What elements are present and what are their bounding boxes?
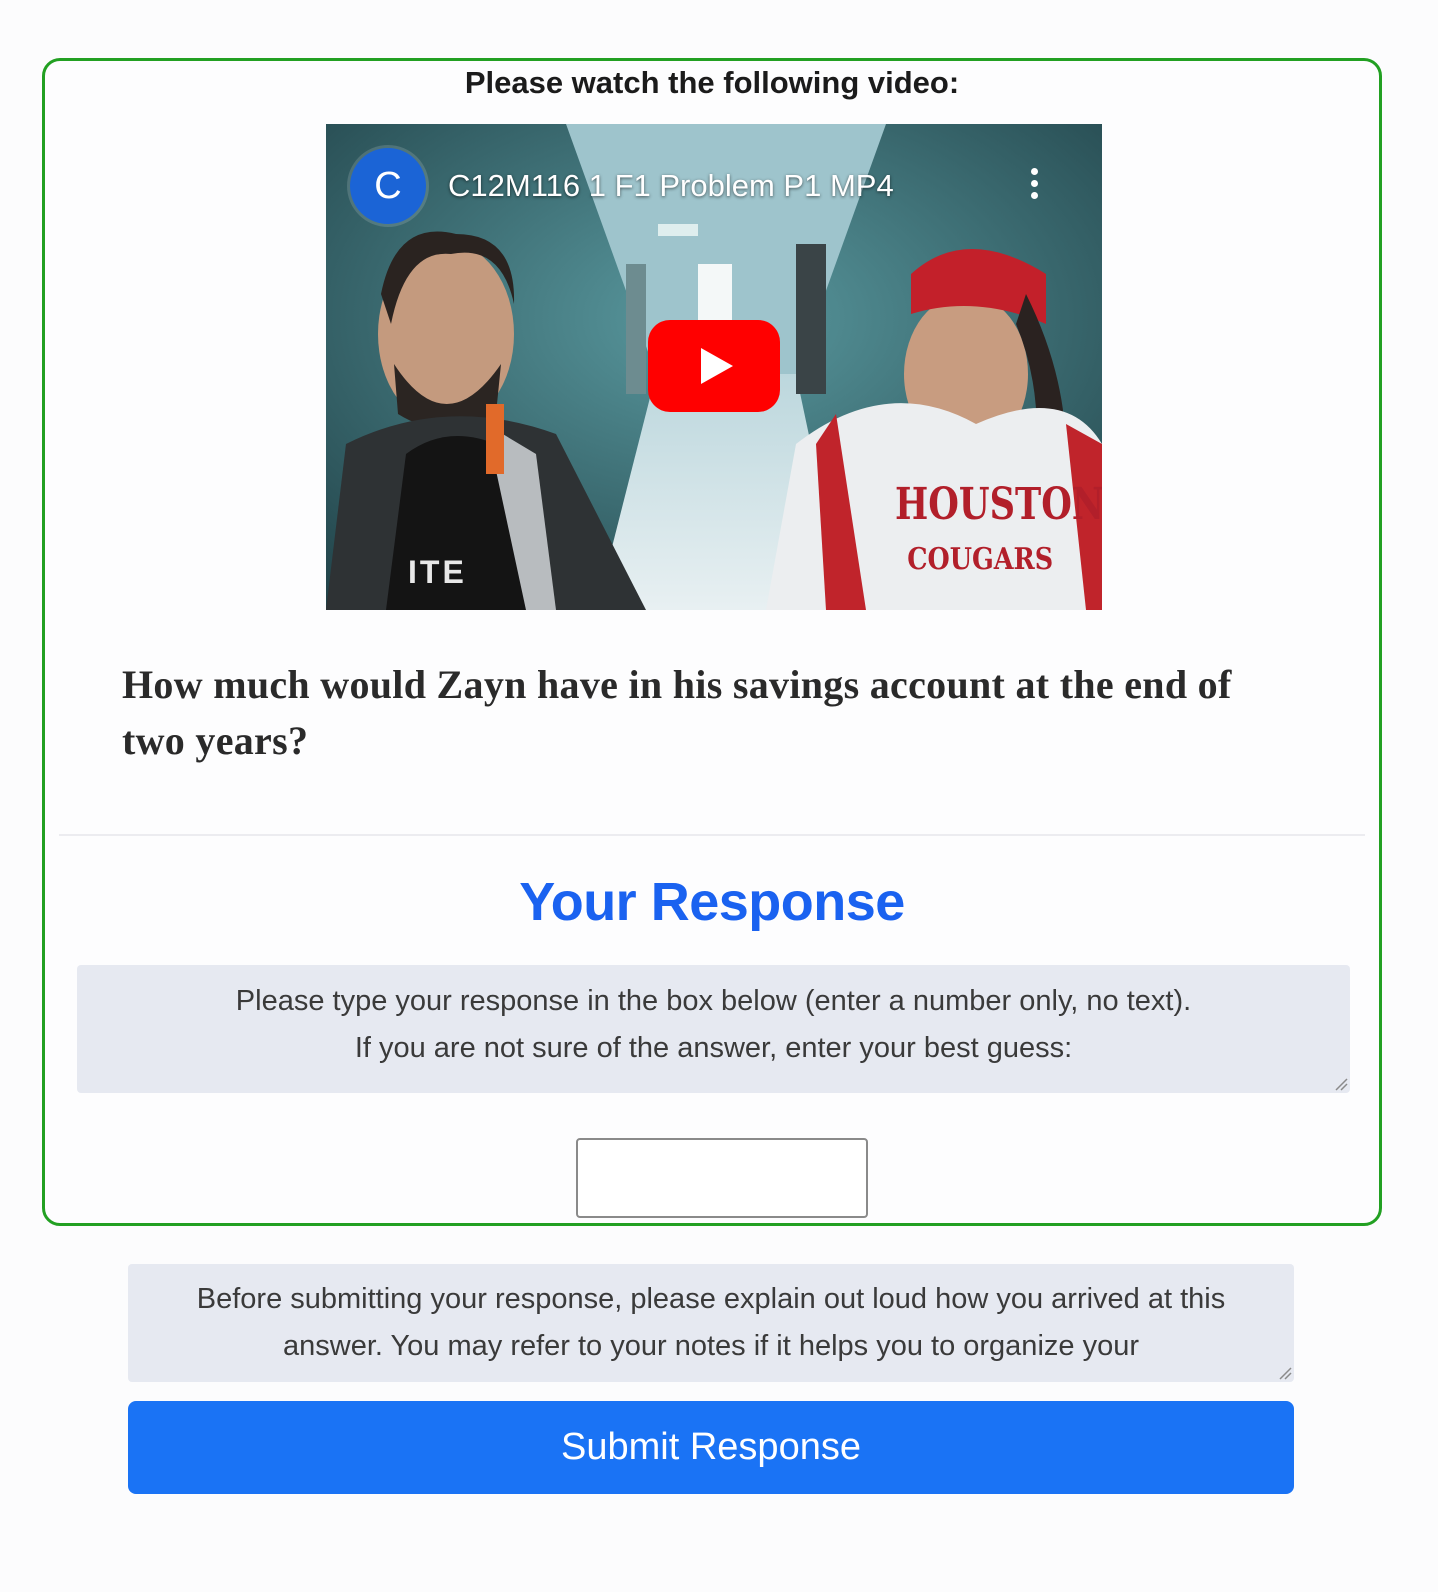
video-title[interactable]: C12M116 1 F1 Problem P1 MP4 <box>448 168 894 204</box>
prompt-line-1: Please type your response in the box bel… <box>235 985 1192 1017</box>
resize-grip-icon[interactable] <box>1332 1075 1348 1091</box>
question-text: How much would Zayn have in his savings … <box>122 662 1232 763</box>
submit-response-button[interactable]: Submit Response <box>128 1401 1294 1494</box>
prompt-line-2: If you are not sure of the answer, enter… <box>354 1032 1073 1064</box>
resize-grip-icon[interactable] <box>1276 1364 1292 1380</box>
watch-instruction: Please watch the following video: <box>464 65 960 100</box>
response-prompt-textarea[interactable]: Please type your response in the box bel… <box>77 965 1350 1093</box>
response-heading: Your Response <box>519 872 905 932</box>
question-card: Please watch the following video: C C12M… <box>42 58 1382 1226</box>
kebab-menu-icon[interactable] <box>1028 168 1040 199</box>
video-player[interactable]: C C12M116 1 F1 Problem P1 MP4 HOUSTON CO… <box>326 124 1102 610</box>
section-divider <box>59 834 1365 836</box>
explain-text: Before submitting your response, please … <box>196 1283 1226 1362</box>
channel-avatar[interactable]: C <box>350 148 426 224</box>
shirt-text-cougars: COUGARS <box>907 542 1054 577</box>
youtube-play-icon[interactable] <box>648 320 780 412</box>
video-header: C C12M116 1 F1 Problem P1 MP4 <box>350 148 894 224</box>
explain-textarea[interactable]: Before submitting your response, please … <box>128 1264 1294 1382</box>
answer-input[interactable] <box>576 1138 868 1218</box>
shirt-text-left: ITE <box>408 554 467 590</box>
shirt-text-houston: HOUSTON <box>895 479 1102 530</box>
